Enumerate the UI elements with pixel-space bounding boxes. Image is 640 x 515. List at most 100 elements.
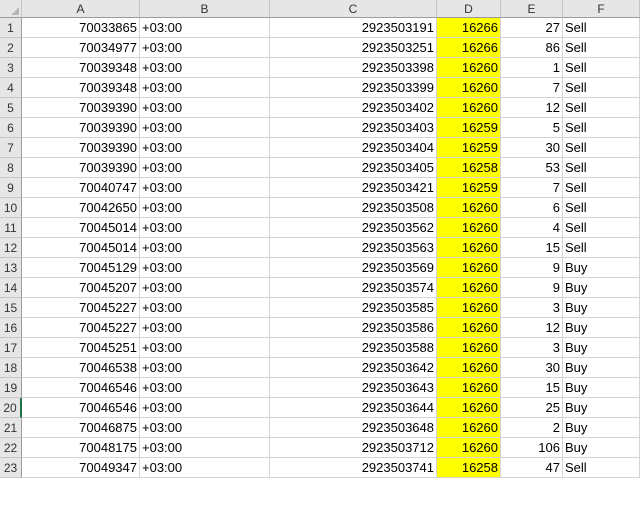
cell-d[interactable]: 16259 <box>437 118 501 138</box>
cell-f[interactable]: Sell <box>563 158 640 178</box>
cell-d[interactable]: 16260 <box>437 98 501 118</box>
cell-f[interactable]: Sell <box>563 18 640 38</box>
row-header[interactable]: 15 <box>0 298 22 318</box>
cell-e[interactable]: 2 <box>501 418 563 438</box>
row-header[interactable]: 13 <box>0 258 22 278</box>
cell-b[interactable]: +03:00 <box>140 458 270 478</box>
cell-d[interactable]: 16260 <box>437 438 501 458</box>
cell-f[interactable]: Buy <box>563 298 640 318</box>
cell-a[interactable]: 70049347 <box>22 458 140 478</box>
cell-c[interactable]: 2923503712 <box>270 438 437 458</box>
cell-a[interactable]: 70045227 <box>22 318 140 338</box>
cell-f[interactable]: Sell <box>563 58 640 78</box>
cell-b[interactable]: +03:00 <box>140 438 270 458</box>
cell-e[interactable]: 7 <box>501 78 563 98</box>
cell-a[interactable]: 70033865 <box>22 18 140 38</box>
cell-d[interactable]: 16260 <box>437 198 501 218</box>
row-header[interactable]: 10 <box>0 198 22 218</box>
column-header-b[interactable]: B <box>140 0 270 18</box>
cell-b[interactable]: +03:00 <box>140 298 270 318</box>
cell-b[interactable]: +03:00 <box>140 398 270 418</box>
cell-d[interactable]: 16260 <box>437 418 501 438</box>
cell-d[interactable]: 16258 <box>437 458 501 478</box>
cell-d[interactable]: 16258 <box>437 158 501 178</box>
cell-a[interactable]: 70046875 <box>22 418 140 438</box>
cell-d[interactable]: 16260 <box>437 358 501 378</box>
cell-c[interactable]: 2923503562 <box>270 218 437 238</box>
cell-e[interactable]: 6 <box>501 198 563 218</box>
row-header[interactable]: 18 <box>0 358 22 378</box>
cell-f[interactable]: Buy <box>563 358 640 378</box>
cell-c[interactable]: 2923503643 <box>270 378 437 398</box>
cell-d[interactable]: 16260 <box>437 298 501 318</box>
cell-e[interactable]: 5 <box>501 118 563 138</box>
column-header-e[interactable]: E <box>501 0 563 18</box>
cell-f[interactable]: Sell <box>563 98 640 118</box>
cell-e[interactable]: 3 <box>501 298 563 318</box>
cell-b[interactable]: +03:00 <box>140 158 270 178</box>
column-header-a[interactable]: A <box>22 0 140 18</box>
cell-f[interactable]: Sell <box>563 218 640 238</box>
cell-f[interactable]: Buy <box>563 338 640 358</box>
row-header[interactable]: 2 <box>0 38 22 58</box>
cell-b[interactable]: +03:00 <box>140 278 270 298</box>
cell-f[interactable]: Buy <box>563 418 640 438</box>
cell-f[interactable]: Sell <box>563 138 640 158</box>
cell-b[interactable]: +03:00 <box>140 38 270 58</box>
cell-f[interactable]: Sell <box>563 458 640 478</box>
cell-a[interactable]: 70039390 <box>22 98 140 118</box>
cell-a[interactable]: 70039390 <box>22 138 140 158</box>
cell-a[interactable]: 70045227 <box>22 298 140 318</box>
cell-b[interactable]: +03:00 <box>140 78 270 98</box>
cell-e[interactable]: 30 <box>501 138 563 158</box>
cell-e[interactable]: 12 <box>501 98 563 118</box>
cell-c[interactable]: 2923503251 <box>270 38 437 58</box>
cell-c[interactable]: 2923503421 <box>270 178 437 198</box>
row-header[interactable]: 6 <box>0 118 22 138</box>
cell-e[interactable]: 106 <box>501 438 563 458</box>
cell-d[interactable]: 16259 <box>437 178 501 198</box>
cell-c[interactable]: 2923503403 <box>270 118 437 138</box>
cell-e[interactable]: 1 <box>501 58 563 78</box>
cell-d[interactable]: 16260 <box>437 398 501 418</box>
row-header[interactable]: 21 <box>0 418 22 438</box>
cell-c[interactable]: 2923503398 <box>270 58 437 78</box>
cell-b[interactable]: +03:00 <box>140 318 270 338</box>
row-header[interactable]: 17 <box>0 338 22 358</box>
cell-a[interactable]: 70046538 <box>22 358 140 378</box>
cell-f[interactable]: Sell <box>563 178 640 198</box>
cell-e[interactable]: 30 <box>501 358 563 378</box>
cell-a[interactable]: 70039348 <box>22 58 140 78</box>
cell-b[interactable]: +03:00 <box>140 238 270 258</box>
cell-a[interactable]: 70046546 <box>22 398 140 418</box>
row-header[interactable]: 3 <box>0 58 22 78</box>
row-header[interactable]: 11 <box>0 218 22 238</box>
cell-d[interactable]: 16259 <box>437 138 501 158</box>
cell-d[interactable]: 16260 <box>437 238 501 258</box>
spreadsheet-grid[interactable]: A B C D E F 1 70033865 +03:00 2923503191 162… <box>0 0 640 498</box>
cell-b[interactable]: +03:00 <box>140 118 270 138</box>
cell-a[interactable]: 70034977 <box>22 38 140 58</box>
cell-a[interactable]: 70039390 <box>22 118 140 138</box>
cell-d[interactable]: 16260 <box>437 278 501 298</box>
cell-c[interactable]: 2923503585 <box>270 298 437 318</box>
row-header[interactable]: 14 <box>0 278 22 298</box>
cell-c[interactable]: 2923503402 <box>270 98 437 118</box>
cell-e[interactable]: 27 <box>501 18 563 38</box>
row-header[interactable]: 5 <box>0 98 22 118</box>
cell-d[interactable]: 16260 <box>437 338 501 358</box>
cell-a[interactable]: 70045014 <box>22 218 140 238</box>
cell-d[interactable]: 16260 <box>437 318 501 338</box>
cell-b[interactable]: +03:00 <box>140 218 270 238</box>
column-header-d[interactable]: D <box>437 0 501 18</box>
cell-c[interactable]: 2923503569 <box>270 258 437 278</box>
cell-b[interactable]: +03:00 <box>140 358 270 378</box>
cell-f[interactable]: Sell <box>563 238 640 258</box>
select-all-button[interactable] <box>0 0 22 18</box>
cell-b[interactable]: +03:00 <box>140 58 270 78</box>
cell-e[interactable]: 12 <box>501 318 563 338</box>
cell-d[interactable]: 16260 <box>437 58 501 78</box>
cell-d[interactable]: 16266 <box>437 38 501 58</box>
cell-b[interactable]: +03:00 <box>140 198 270 218</box>
cell-f[interactable]: Buy <box>563 398 640 418</box>
